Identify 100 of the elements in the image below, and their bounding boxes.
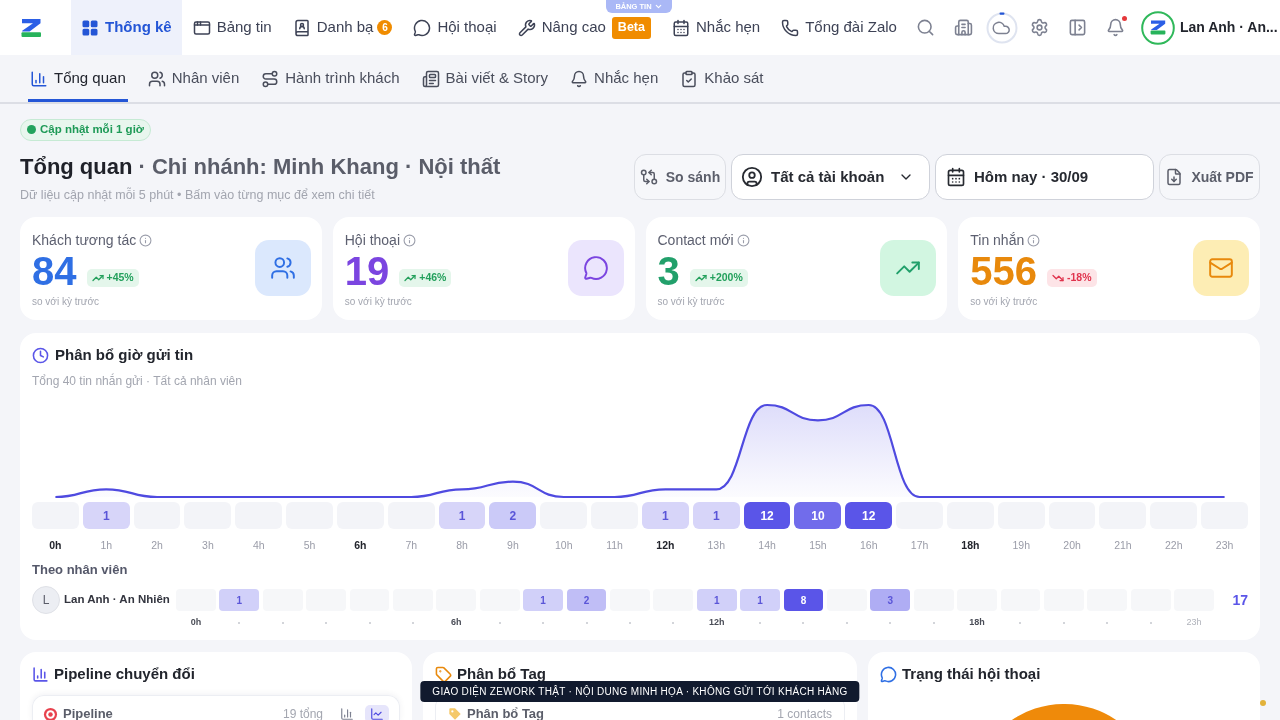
hour-label: 7h bbox=[405, 538, 418, 552]
hour-cell: 10 bbox=[794, 502, 842, 529]
staff-hour-cell: 1 bbox=[523, 589, 564, 611]
staff-hour-cell: 1 bbox=[740, 589, 781, 611]
stat-value: 84 bbox=[32, 251, 77, 291]
chat-bubble-icon bbox=[880, 665, 897, 683]
comparison-note: so với kỳ trước bbox=[970, 296, 1039, 308]
change-value: +46% bbox=[419, 270, 447, 286]
export-pdf-button[interactable]: Xuất PDF bbox=[1159, 154, 1260, 200]
section-tab[interactable]: Hành trình khách bbox=[259, 55, 402, 102]
trend-up-icon bbox=[91, 272, 104, 284]
hour-label: 1h bbox=[100, 538, 113, 552]
clock-icon bbox=[32, 346, 49, 364]
stat-label: Contact mới bbox=[657, 232, 734, 249]
search-icon bbox=[916, 18, 936, 37]
clipboard-check-icon bbox=[680, 69, 699, 88]
panel-title: Phân bổ Tag bbox=[467, 706, 545, 720]
card-title: Pipeline chuyển đổi bbox=[54, 663, 195, 684]
hour-cell: 12 bbox=[743, 502, 791, 529]
hour-label: 11h bbox=[606, 538, 623, 552]
section-tab[interactable]: Khảo sát bbox=[678, 55, 766, 102]
date-picker[interactable]: Hôm nay · 30/09 bbox=[935, 154, 1154, 200]
cloud-sync-icon bbox=[985, 11, 1018, 44]
stat-value: 3 bbox=[657, 251, 680, 291]
nav-tab[interactable]: Hội thoại bbox=[403, 0, 507, 55]
bar-chart-icon bbox=[340, 707, 354, 720]
avatar-icon bbox=[1140, 10, 1175, 45]
line-chart-icon bbox=[370, 707, 384, 720]
file-download-icon bbox=[1165, 168, 1184, 186]
hour-cell: 1 bbox=[438, 502, 486, 529]
staff-hour-cell: 2 bbox=[566, 589, 607, 611]
wrench-icon bbox=[517, 18, 536, 37]
hour-label: 18h bbox=[961, 538, 980, 552]
hour-label: 15h bbox=[809, 538, 827, 552]
hour-label: 8h bbox=[456, 538, 468, 552]
beta-tag: Beta bbox=[611, 16, 651, 39]
phone-icon bbox=[781, 18, 800, 37]
envelope-icon bbox=[1193, 240, 1249, 296]
hour-cell: 1 bbox=[692, 502, 740, 529]
trend-up-icon bbox=[694, 272, 707, 284]
comparison-note: so với kỳ trước bbox=[32, 296, 101, 308]
nav-tab[interactable]: Thống kê bbox=[71, 0, 182, 55]
trend-up-icon bbox=[404, 272, 417, 284]
comparison-note: so với kỳ trước bbox=[657, 296, 726, 308]
users-icon bbox=[147, 69, 166, 88]
hour-label: 5h bbox=[303, 538, 316, 552]
demo-notice-banner: GIAO DIỆN ZEWORK THẬT · NỘI DUNG MINH HỌA · KHÔNG GỬI TỚI KHÁCH HÀNG bbox=[420, 681, 860, 702]
card-subtitle: Tổng 40 tin nhắn gửi · Tất cả nhân viên bbox=[32, 374, 243, 388]
settings-icon bbox=[1030, 18, 1050, 37]
panel-meta: 19 tổng bbox=[282, 707, 323, 720]
users-icon bbox=[254, 240, 311, 296]
hour-label: 10h bbox=[554, 538, 573, 552]
logo-icon bbox=[20, 17, 42, 38]
hour-label: 6h bbox=[354, 538, 367, 552]
hour-label: 20h bbox=[1063, 538, 1081, 552]
change-value: +45% bbox=[106, 270, 134, 286]
hour-label: 9h bbox=[507, 538, 519, 552]
hour-label: 19h bbox=[1012, 538, 1030, 552]
stat-label: Khách tương tác bbox=[32, 232, 137, 249]
trending-up-icon bbox=[880, 240, 937, 296]
hour-label: 4h bbox=[252, 538, 265, 552]
compare-arrows-icon bbox=[639, 168, 658, 186]
tag-icon bbox=[435, 665, 452, 683]
hour-label: 21h bbox=[1114, 538, 1132, 552]
change-value: -18% bbox=[1067, 270, 1092, 286]
section-tab[interactable]: Tổng quan bbox=[28, 55, 128, 102]
info-icon bbox=[1027, 234, 1041, 247]
hour-label: 23h bbox=[1186, 617, 1202, 628]
bar-chart-icon bbox=[30, 69, 48, 88]
section-tab[interactable]: Nhân viên bbox=[145, 55, 242, 102]
staff-hour-cell: 8 bbox=[783, 589, 824, 611]
view-toggle-button[interactable] bbox=[365, 705, 389, 720]
hour-label: 12h bbox=[708, 617, 725, 628]
section-tab[interactable]: Bài viết & Story bbox=[419, 55, 551, 102]
nav-tab[interactable]: Tổng đài Zalo bbox=[771, 0, 907, 55]
section-heading: Theo nhân viên bbox=[32, 562, 129, 578]
account-dropdown[interactable]: Tất cả tài khoản bbox=[731, 154, 930, 200]
nav-tab[interactable]: Bảng tin bbox=[182, 0, 282, 55]
profile-menu-button[interactable]: Lan Anh · An... bbox=[1140, 10, 1278, 45]
page-title: Tổng quan bbox=[20, 154, 133, 179]
stat-label: Tin nhắn bbox=[970, 232, 1025, 249]
grid-icon bbox=[81, 18, 99, 37]
hour-label: 12h bbox=[656, 538, 675, 552]
hour-label: 16h bbox=[859, 538, 878, 552]
nav-tab[interactable]: Danh bạ 6 bbox=[282, 0, 403, 55]
hour-cell: 2 bbox=[489, 502, 537, 529]
hour-cell: 12 bbox=[845, 502, 893, 529]
staff-hour-cell: 1 bbox=[219, 589, 260, 611]
hour-label: 14h bbox=[758, 538, 776, 552]
staff-name: Lan Anh · An Nhiên bbox=[64, 592, 171, 608]
newspaper-icon bbox=[421, 69, 440, 88]
comparison-note: so với kỳ trước bbox=[344, 296, 413, 308]
stat-value: 556 bbox=[970, 251, 1037, 291]
card-title: Phân bổ Tag bbox=[457, 663, 546, 684]
user-circle-icon bbox=[741, 166, 763, 188]
panel-icon bbox=[1068, 18, 1088, 37]
panel-meta: 1 contacts bbox=[777, 706, 832, 720]
section-tab[interactable]: Nhắc hẹn bbox=[568, 55, 661, 102]
compare-button[interactable]: So sánh bbox=[634, 154, 726, 200]
chat-bubble-icon bbox=[413, 18, 432, 37]
